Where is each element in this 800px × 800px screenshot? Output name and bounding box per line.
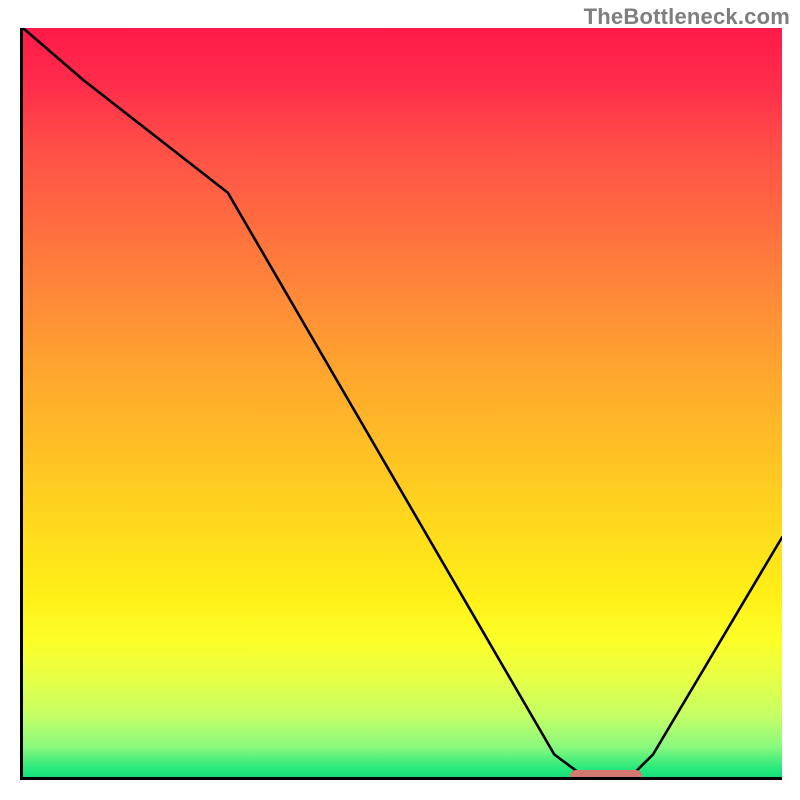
plot-area — [20, 28, 782, 780]
optimal-range-marker — [570, 770, 643, 780]
curve-layer — [23, 28, 782, 777]
bottleneck-curve — [23, 28, 782, 777]
chart-container: TheBottleneck.com — [0, 0, 800, 800]
attribution-text: TheBottleneck.com — [584, 4, 790, 30]
